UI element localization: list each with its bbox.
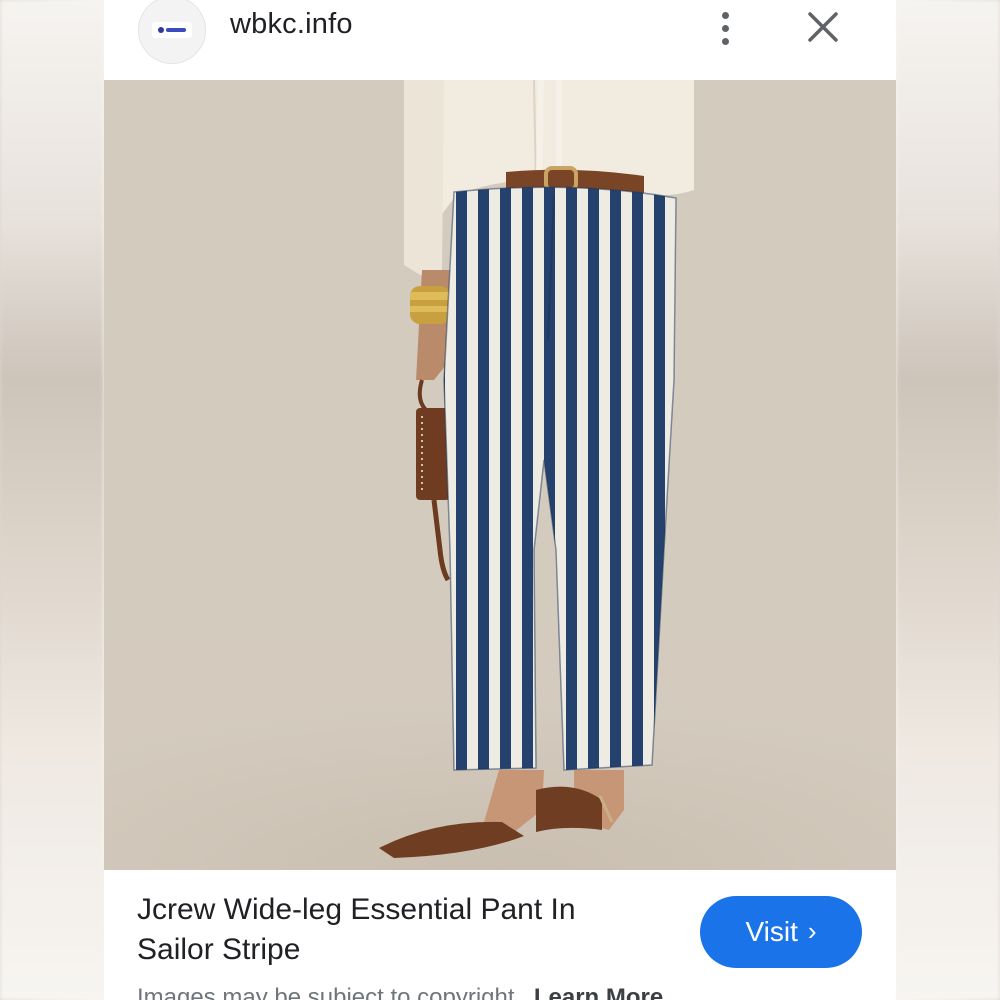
- image-preview-card: wbkc.info Jcrew Wide-leg Essential Pant …: [104, 0, 896, 1000]
- more-vert-icon[interactable]: [708, 4, 742, 52]
- product-title[interactable]: Jcrew Wide-leg Essential Pant In Sailor …: [137, 890, 657, 970]
- visit-button[interactable]: Visit ›: [700, 896, 862, 968]
- copyright-notice: Images may be subject to copyright. Lear…: [137, 984, 663, 1000]
- site-name[interactable]: wbkc.info: [230, 8, 353, 41]
- learn-more-link[interactable]: Learn More: [534, 984, 663, 1000]
- close-icon[interactable]: [800, 4, 846, 50]
- background-blur-left: [0, 0, 104, 1000]
- copyright-text: Images may be subject to copyright.: [137, 984, 522, 1000]
- wbkc-logo-icon[interactable]: [138, 0, 206, 64]
- visit-button-label: Visit: [745, 916, 798, 947]
- product-photo[interactable]: [104, 80, 896, 870]
- background-blur-right: [896, 0, 1000, 1000]
- chevron-right-icon: ›: [807, 916, 817, 946]
- preview-header: wbkc.info: [104, 0, 896, 80]
